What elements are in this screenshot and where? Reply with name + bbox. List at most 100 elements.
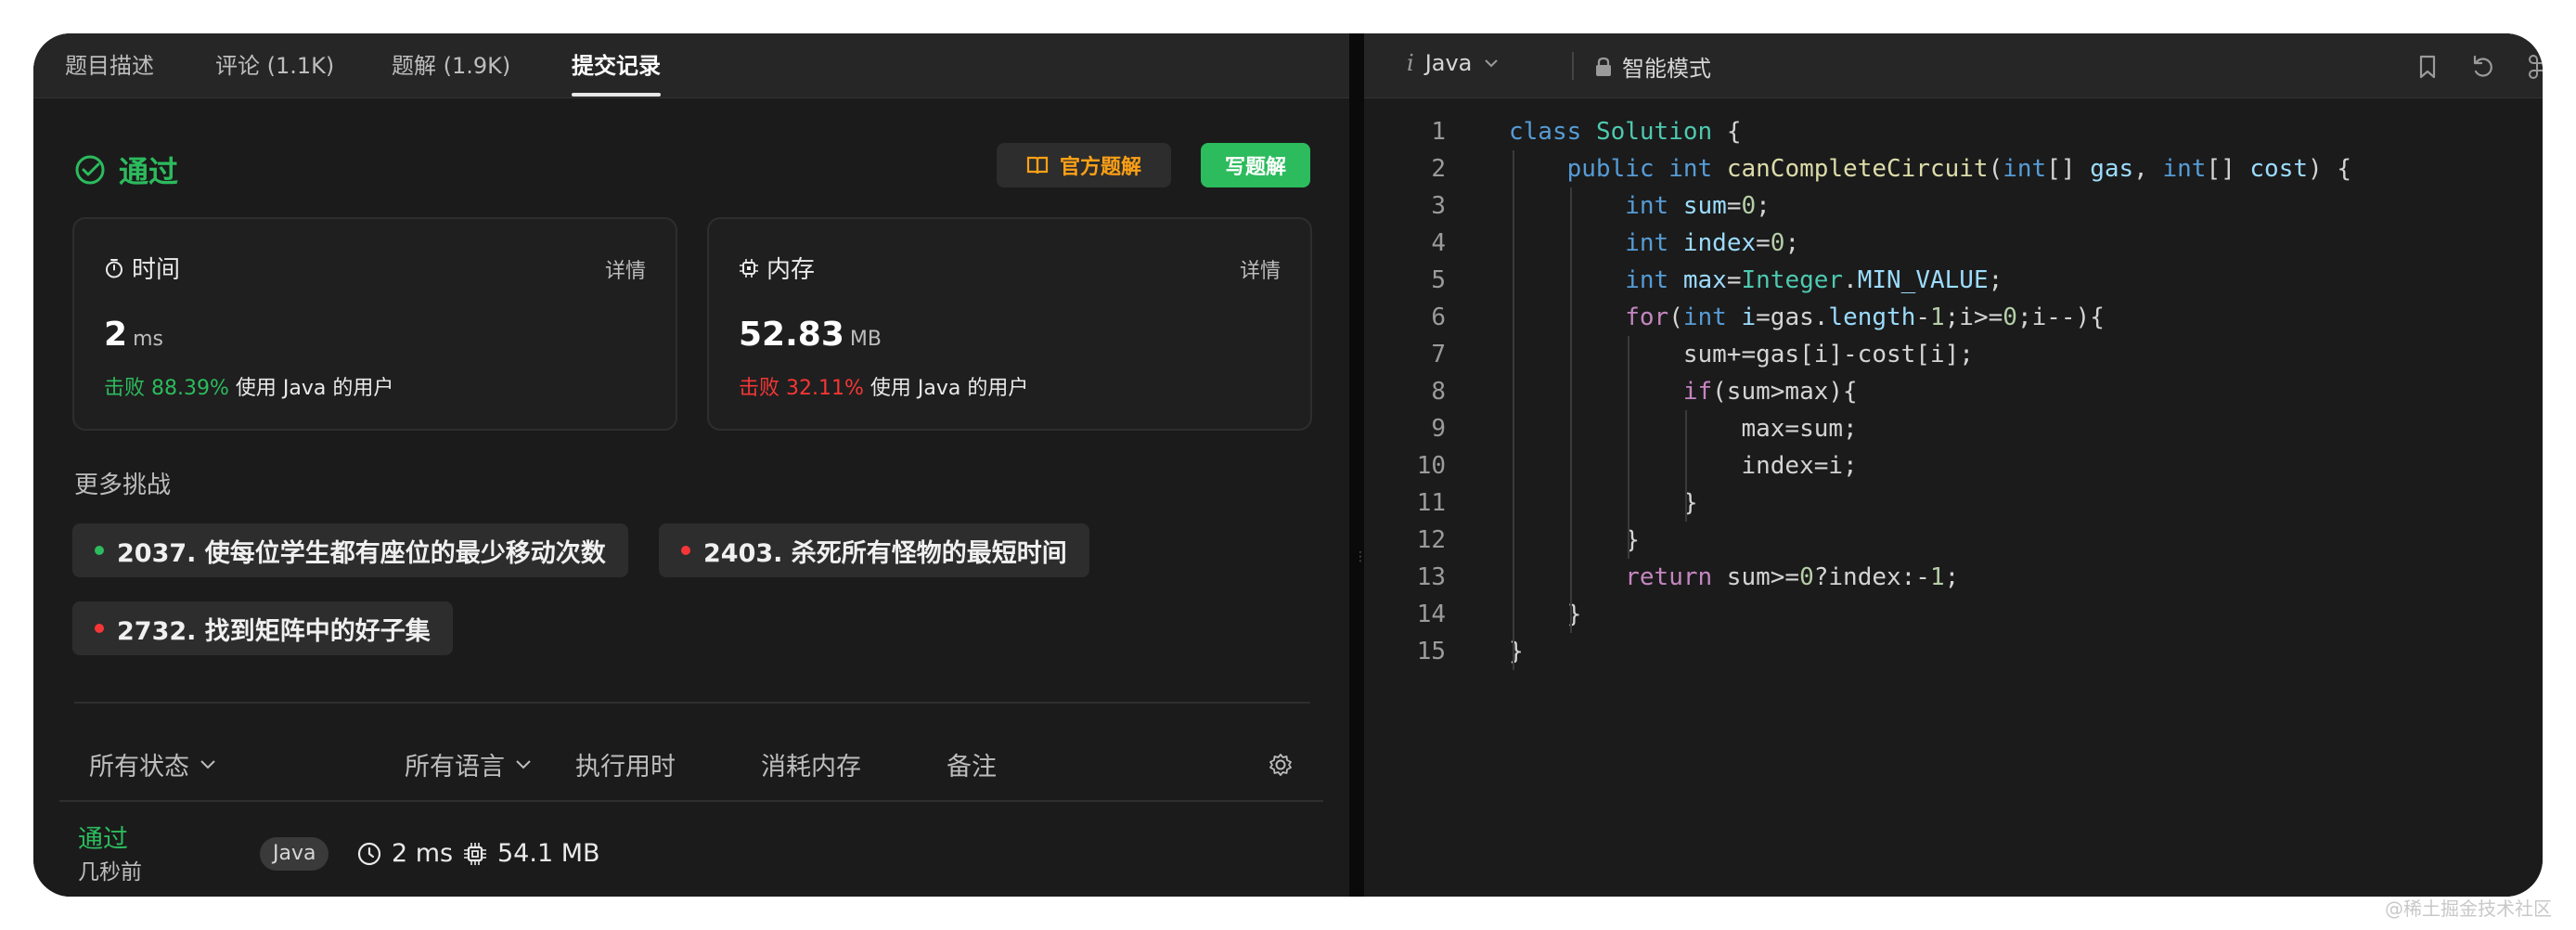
reset-icon[interactable] — [2468, 52, 2498, 82]
status-label: 通过 — [119, 154, 179, 189]
row-runtime: 2 ms — [356, 839, 453, 868]
status-filter[interactable]: 所有状态 — [89, 746, 217, 782]
editor-toolbar: i Java 智能模式 — [1364, 33, 2543, 98]
row-status[interactable]: 通过 — [78, 819, 128, 855]
line-number: 10 — [1416, 452, 1446, 480]
book-icon — [1026, 156, 1049, 174]
command-icon[interactable] — [2526, 52, 2543, 82]
watermark: @稀土掘金技术社区 — [2385, 898, 2552, 920]
official-solution-label: 官方题解 — [1059, 156, 1141, 179]
runtime-beat: 击败 88.39% 使用 Java 的用户 — [104, 371, 393, 401]
gear-icon[interactable] — [1268, 752, 1294, 778]
check-circle-icon — [75, 155, 105, 185]
row-time-ago: 几秒前 — [78, 860, 142, 885]
lock-icon — [1596, 57, 1611, 76]
indent-guide — [1570, 187, 1572, 633]
runtime-beat-pct: 88.39% — [151, 377, 229, 400]
line-number: 12 — [1416, 526, 1446, 554]
bookmark-icon[interactable] — [2413, 52, 2442, 82]
code-line: } — [1509, 526, 1640, 554]
chip-icon — [740, 258, 758, 278]
code-line: return sum>=0?index:-1; — [1625, 563, 1960, 591]
table-row[interactable]: 通过 几秒前 Java 2 ms 54.1 MB — [59, 802, 1323, 897]
more-challenges-title: 更多挑战 — [74, 471, 172, 499]
panel-resize-handle[interactable]: ⋮ — [1349, 33, 1367, 897]
info-icon: i — [1407, 50, 1414, 76]
memory-unit: MB — [849, 328, 882, 351]
submission-status: 通过 — [74, 149, 178, 191]
line-number: 5 — [1431, 266, 1446, 294]
clock-icon — [357, 842, 381, 865]
runtime-detail-link[interactable]: 详情 — [605, 254, 646, 284]
memory-title-text: 内存 — [766, 256, 816, 284]
language-filter[interactable]: 所有语言 — [405, 746, 533, 782]
stopwatch-icon — [106, 258, 122, 278]
code-line: } — [1509, 489, 1698, 517]
code-line: class Solution { — [1509, 118, 1742, 146]
line-number: 15 — [1416, 638, 1446, 665]
status-filter-label: 所有状态 — [89, 753, 189, 781]
runtime-title-text: 时间 — [132, 256, 181, 284]
chevron-down-icon — [516, 759, 531, 769]
difficulty-dot — [95, 546, 104, 555]
challenge-item[interactable]: 2403. 杀死所有怪物的最短时间 — [659, 523, 1089, 577]
code-area[interactable]: 1 class Solution { 2 public int canComple… — [1364, 113, 2543, 670]
memory-header: 消耗内存 — [761, 753, 861, 781]
app-window: 题目描述 评论 (1.1K) 题解 (1.9K) 提交记录 通过 官方题解 写题… — [33, 33, 2543, 897]
challenge-label: 2403. 杀死所有怪物的最短时间 — [703, 538, 1067, 568]
runtime-title: 时间 — [104, 251, 180, 285]
challenge-label: 2732. 找到矩阵中的好子集 — [117, 616, 431, 646]
challenge-item[interactable]: 2037. 使每位学生都有座位的最少移动次数 — [72, 523, 628, 577]
line-number: 14 — [1416, 601, 1446, 628]
row-memory-value: 54.1 MB — [497, 839, 600, 868]
memory-number: 52.83 — [739, 316, 844, 354]
tab-submissions[interactable]: 提交记录 — [572, 50, 661, 97]
runtime-card: 时间 详情 2 ms 击败 88.39% 使用 Java 的用户 — [72, 217, 677, 431]
memory-beat-pct: 32.11% — [786, 377, 864, 400]
smart-mode-toggle[interactable]: 智能模式 — [1594, 50, 1711, 83]
line-number: 8 — [1431, 378, 1446, 406]
chevron-down-icon — [1485, 59, 1499, 68]
line-number: 4 — [1431, 229, 1446, 257]
difficulty-dot — [681, 546, 690, 555]
left-tab-bar: 题目描述 评论 (1.1K) 题解 (1.9K) 提交记录 — [33, 33, 1349, 98]
submission-panel: 题目描述 评论 (1.1K) 题解 (1.9K) 提交记录 通过 官方题解 写题… — [33, 33, 1349, 897]
runtime-value: 2 ms — [104, 316, 163, 354]
code-line: int index=0; — [1625, 229, 1800, 257]
memory-beat-suffix: 使用 Java 的用户 — [869, 377, 1029, 400]
notes-header: 备注 — [947, 753, 997, 781]
line-number: 3 — [1431, 192, 1446, 220]
row-language-badge: Java — [260, 837, 329, 871]
write-solution-button[interactable]: 写题解 — [1201, 143, 1310, 187]
difficulty-dot — [95, 624, 104, 633]
indent-guide — [1513, 150, 1514, 670]
memory-beat: 击败 32.11% 使用 Java 的用户 — [739, 371, 1028, 401]
runtime-number: 2 — [104, 316, 128, 354]
language-selector[interactable]: i Java — [1407, 50, 1500, 76]
code-line: } — [1509, 638, 1524, 665]
chevron-down-icon — [200, 759, 215, 769]
memory-value: 52.83 MB — [739, 316, 882, 354]
tab-comments[interactable]: 评论 (1.1K) — [215, 50, 334, 87]
tab-description[interactable]: 题目描述 — [65, 50, 154, 87]
runtime-beat-prefix: 击败 — [104, 377, 146, 400]
memory-card: 内存 详情 52.83 MB 击败 32.11% 使用 Java 的用户 — [707, 217, 1312, 431]
code-editor-panel: i Java 智能模式 1 class Solution {2 public … — [1364, 33, 2543, 897]
row-memory: 54.1 MB — [462, 839, 600, 868]
tab-solutions[interactable]: 题解 (1.9K) — [392, 50, 510, 87]
runtime-header: 执行用时 — [575, 753, 676, 781]
code-line: public int canCompleteCircuit(int[] gas,… — [1566, 155, 2351, 183]
indent-guide — [1628, 336, 1629, 559]
row-runtime-value: 2 ms — [392, 839, 454, 868]
memory-detail-link[interactable]: 详情 — [1240, 254, 1281, 284]
chip-icon — [464, 842, 486, 865]
toolbar-separator — [1572, 52, 1574, 80]
memory-beat-prefix: 击败 — [739, 377, 780, 400]
line-number: 2 — [1431, 155, 1446, 183]
official-solution-button[interactable]: 官方题解 — [997, 143, 1171, 187]
code-line: if(sum>max){ — [1682, 378, 1858, 406]
line-number: 13 — [1416, 563, 1446, 591]
challenge-item[interactable]: 2732. 找到矩阵中的好子集 — [72, 601, 453, 655]
code-line: int sum=0; — [1625, 192, 1771, 220]
code-line: max=sum; — [1509, 415, 1858, 443]
